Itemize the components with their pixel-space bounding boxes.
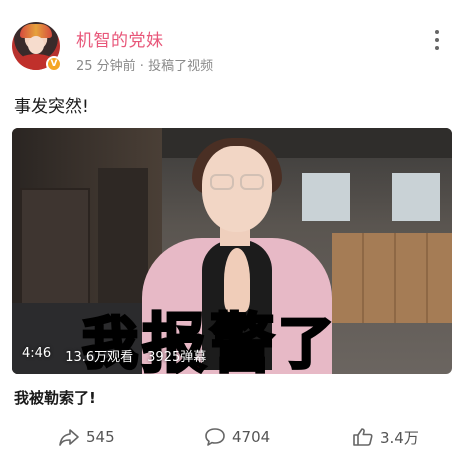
more-dot (435, 46, 439, 50)
more-dot (435, 30, 439, 34)
thumbs-up-icon (353, 428, 373, 446)
verified-badge-icon: V (46, 56, 62, 72)
share-icon (59, 429, 79, 446)
video-stats: 4:46 13.6万观看 3925弹幕 (22, 346, 206, 365)
video-thumbnail[interactable]: 我 报 警 了 4:46 13.6万观看 3925弹幕 (12, 128, 452, 374)
post-text: 事发突然! (14, 97, 89, 117)
comment-count: 4704 (232, 428, 271, 446)
caption-char: 我 (81, 312, 140, 374)
video-danmaku: 3925弹幕 (147, 350, 207, 365)
video-bg-window (302, 173, 350, 221)
video-bg-shelf (20, 188, 90, 308)
video-duration: 4:46 (22, 346, 52, 361)
like-button[interactable]: 3.4万 (352, 422, 419, 452)
video-bg-boxes (332, 233, 452, 323)
share-count: 545 (86, 428, 115, 446)
feed-card: V 机智的党妹 25 分钟前 · 投稿了视频 事发突然! 我 报 警 了 4:4… (0, 0, 467, 462)
share-button[interactable]: 545 (58, 422, 115, 452)
action-bar: 545 4704 3.4万 (0, 422, 467, 452)
comment-icon (205, 428, 225, 446)
more-vertical-icon[interactable] (428, 30, 446, 50)
video-person-hands (224, 248, 250, 312)
video-person-glasses (240, 174, 264, 190)
caption-char: 了 (277, 312, 336, 374)
avatar-face (28, 36, 44, 54)
caption-char: 报 (141, 308, 208, 375)
video-title[interactable]: 我被勒索了! (14, 387, 96, 408)
like-count: 3.4万 (380, 428, 419, 447)
video-bg-window (392, 173, 440, 221)
caption-char: 警 (209, 308, 276, 375)
video-views: 13.6万观看 (65, 350, 134, 365)
more-dot (435, 38, 439, 42)
video-person-glasses (210, 174, 234, 190)
comment-button[interactable]: 4704 (204, 422, 270, 452)
author-name[interactable]: 机智的党妹 (76, 26, 164, 51)
post-meta: 25 分钟前 · 投稿了视频 (76, 59, 214, 74)
